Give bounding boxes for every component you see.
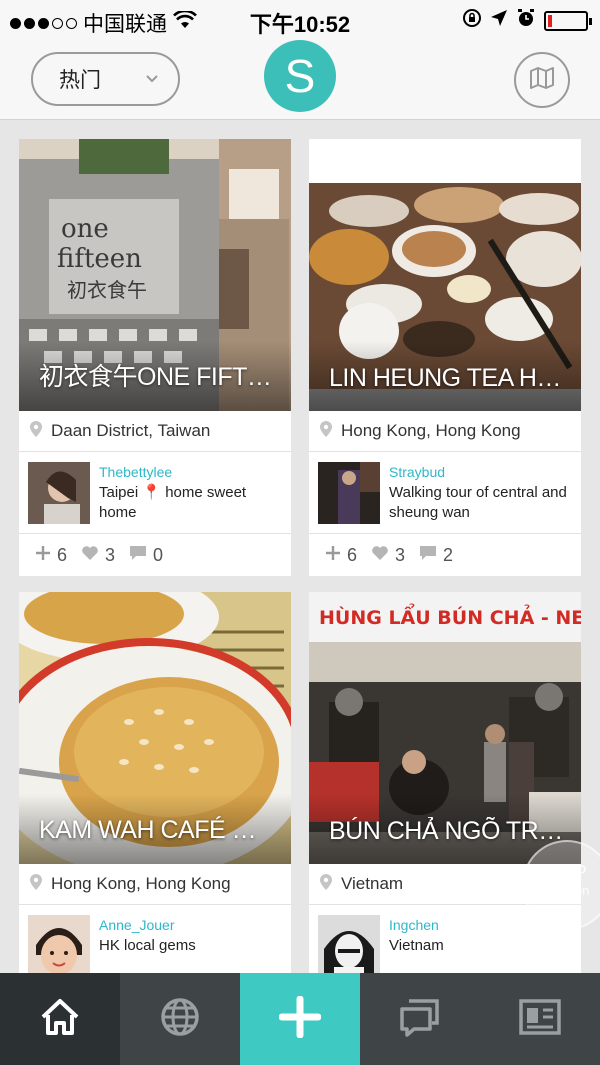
place-title: BÚN CHẢ NGÕ TRẠM <box>329 817 567 845</box>
location-row[interactable]: Hong Kong, Hong Kong <box>309 411 581 452</box>
rotation-lock-icon <box>462 8 482 34</box>
add-count: 6 <box>347 545 358 565</box>
place-card[interactable]: LIN HEUNG TEA HOUSE... Hong Kong, Hong K… <box>309 139 581 576</box>
username-link[interactable]: Straybud <box>389 464 445 480</box>
globe-icon <box>160 997 200 1042</box>
plus-icon <box>278 995 322 1043</box>
tab-bar <box>0 973 600 1065</box>
location-pin-icon <box>319 420 333 443</box>
list-description: Walking tour of central and sheung wan <box>389 484 567 521</box>
user-row[interactable]: Anne_Jouer HK local gems <box>19 905 291 977</box>
location-label: Hong Kong, Hong Kong <box>341 421 521 440</box>
location-label: Daan District, Taiwan <box>51 421 211 440</box>
tab-home[interactable] <box>0 973 120 1065</box>
nav-bar: 热门 S <box>0 40 600 120</box>
place-photo[interactable]: HÙNG LẨU BÚN CHẢ - NEM BÚN CHẢ NGÕ TRẠM <box>309 592 581 864</box>
location-pin-icon <box>29 873 43 896</box>
location-row[interactable]: Daan District, Taiwan <box>19 411 291 452</box>
add-stat[interactable]: 6 <box>325 545 357 566</box>
stats-row: 6 3 0 <box>19 534 291 577</box>
location-label: Vietnam <box>341 874 404 893</box>
home-icon <box>40 998 80 1041</box>
add-stat[interactable]: 6 <box>35 545 67 566</box>
map-icon <box>529 66 555 95</box>
chevron-down-icon <box>144 68 160 92</box>
svg-text:one: one <box>61 214 109 244</box>
status-bar: 中国联通 下午10:52 <box>0 0 600 40</box>
avatar[interactable] <box>318 915 380 977</box>
avatar[interactable] <box>28 462 90 524</box>
like-count: 3 <box>395 545 406 565</box>
place-title: 初衣食午ONE FIFTEEN <box>39 363 277 391</box>
list-description: Taipei 📍 home sweet home <box>99 484 247 521</box>
filter-dropdown[interactable]: 热门 <box>31 52 180 106</box>
username-link[interactable]: Anne_Jouer <box>99 917 175 933</box>
place-title: LIN HEUNG TEA HOUSE... <box>329 364 567 392</box>
place-card[interactable]: one fifteen 初衣食午 初衣食午ONE FIFTEEN Daan Di… <box>19 139 291 576</box>
location-arrow-icon <box>490 9 508 33</box>
comment-count: 0 <box>153 545 164 565</box>
plus-icon <box>35 545 51 566</box>
logo-letter: S <box>284 50 316 102</box>
comment-count: 2 <box>443 545 454 565</box>
list-description: HK local gems <box>99 937 196 954</box>
map-button[interactable] <box>514 52 570 108</box>
comment-icon <box>419 545 437 566</box>
place-photo[interactable]: one fifteen 初衣食午 初衣食午ONE FIFTEEN <box>19 139 291 411</box>
shop-sign-text: HÙNG LẨU BÚN CHẢ - NEM <box>319 603 581 629</box>
place-card[interactable]: KAM WAH CAFÉ 金華... Hong Kong, Hong Kong … <box>19 592 291 977</box>
status-right <box>462 8 592 34</box>
svg-text:fifteen: fifteen <box>57 244 142 274</box>
location-pin-icon <box>29 420 43 443</box>
chat-icon <box>399 997 441 1042</box>
svg-text:初衣食午: 初衣食午 <box>67 278 147 302</box>
like-count: 3 <box>105 545 116 565</box>
comment-stat[interactable]: 0 <box>129 545 163 566</box>
user-row[interactable]: Straybud Walking tour of central and she… <box>309 452 581 534</box>
like-stat[interactable]: 3 <box>371 545 405 566</box>
profile-card-icon <box>519 998 561 1040</box>
tab-profile[interactable] <box>480 973 600 1065</box>
list-description: Vietnam <box>389 937 444 954</box>
watermark-line2: solution <box>544 883 590 898</box>
tab-messages[interactable] <box>360 973 480 1065</box>
heart-icon <box>371 545 389 566</box>
comment-stat[interactable]: 2 <box>419 545 453 566</box>
location-pin-icon <box>319 873 333 896</box>
watermark-line1: APP <box>546 862 588 884</box>
username-link[interactable]: Thebettylee <box>99 464 172 480</box>
alarm-icon <box>516 8 536 34</box>
location-row[interactable]: Hong Kong, Hong Kong <box>19 864 291 905</box>
filter-label: 热门 <box>59 69 101 92</box>
place-photo[interactable]: LIN HEUNG TEA HOUSE... <box>309 139 581 411</box>
add-count: 6 <box>57 545 68 565</box>
heart-icon <box>81 545 99 566</box>
location-label: Hong Kong, Hong Kong <box>51 874 231 893</box>
tab-add[interactable] <box>240 973 360 1065</box>
user-row[interactable]: Thebettylee Taipei 📍 home sweet home <box>19 452 291 534</box>
stats-row: 6 3 2 <box>309 534 581 577</box>
app-logo[interactable]: S <box>264 40 336 112</box>
like-stat[interactable]: 3 <box>81 545 115 566</box>
place-photo[interactable]: KAM WAH CAFÉ 金華... <box>19 592 291 864</box>
avatar[interactable] <box>318 462 380 524</box>
comment-icon <box>129 545 147 566</box>
plus-icon <box>325 545 341 566</box>
battery-icon <box>544 11 592 31</box>
tab-explore[interactable] <box>120 973 240 1065</box>
username-link[interactable]: Ingchen <box>389 917 439 933</box>
avatar[interactable] <box>28 915 90 977</box>
place-title: KAM WAH CAFÉ 金華... <box>39 816 277 844</box>
